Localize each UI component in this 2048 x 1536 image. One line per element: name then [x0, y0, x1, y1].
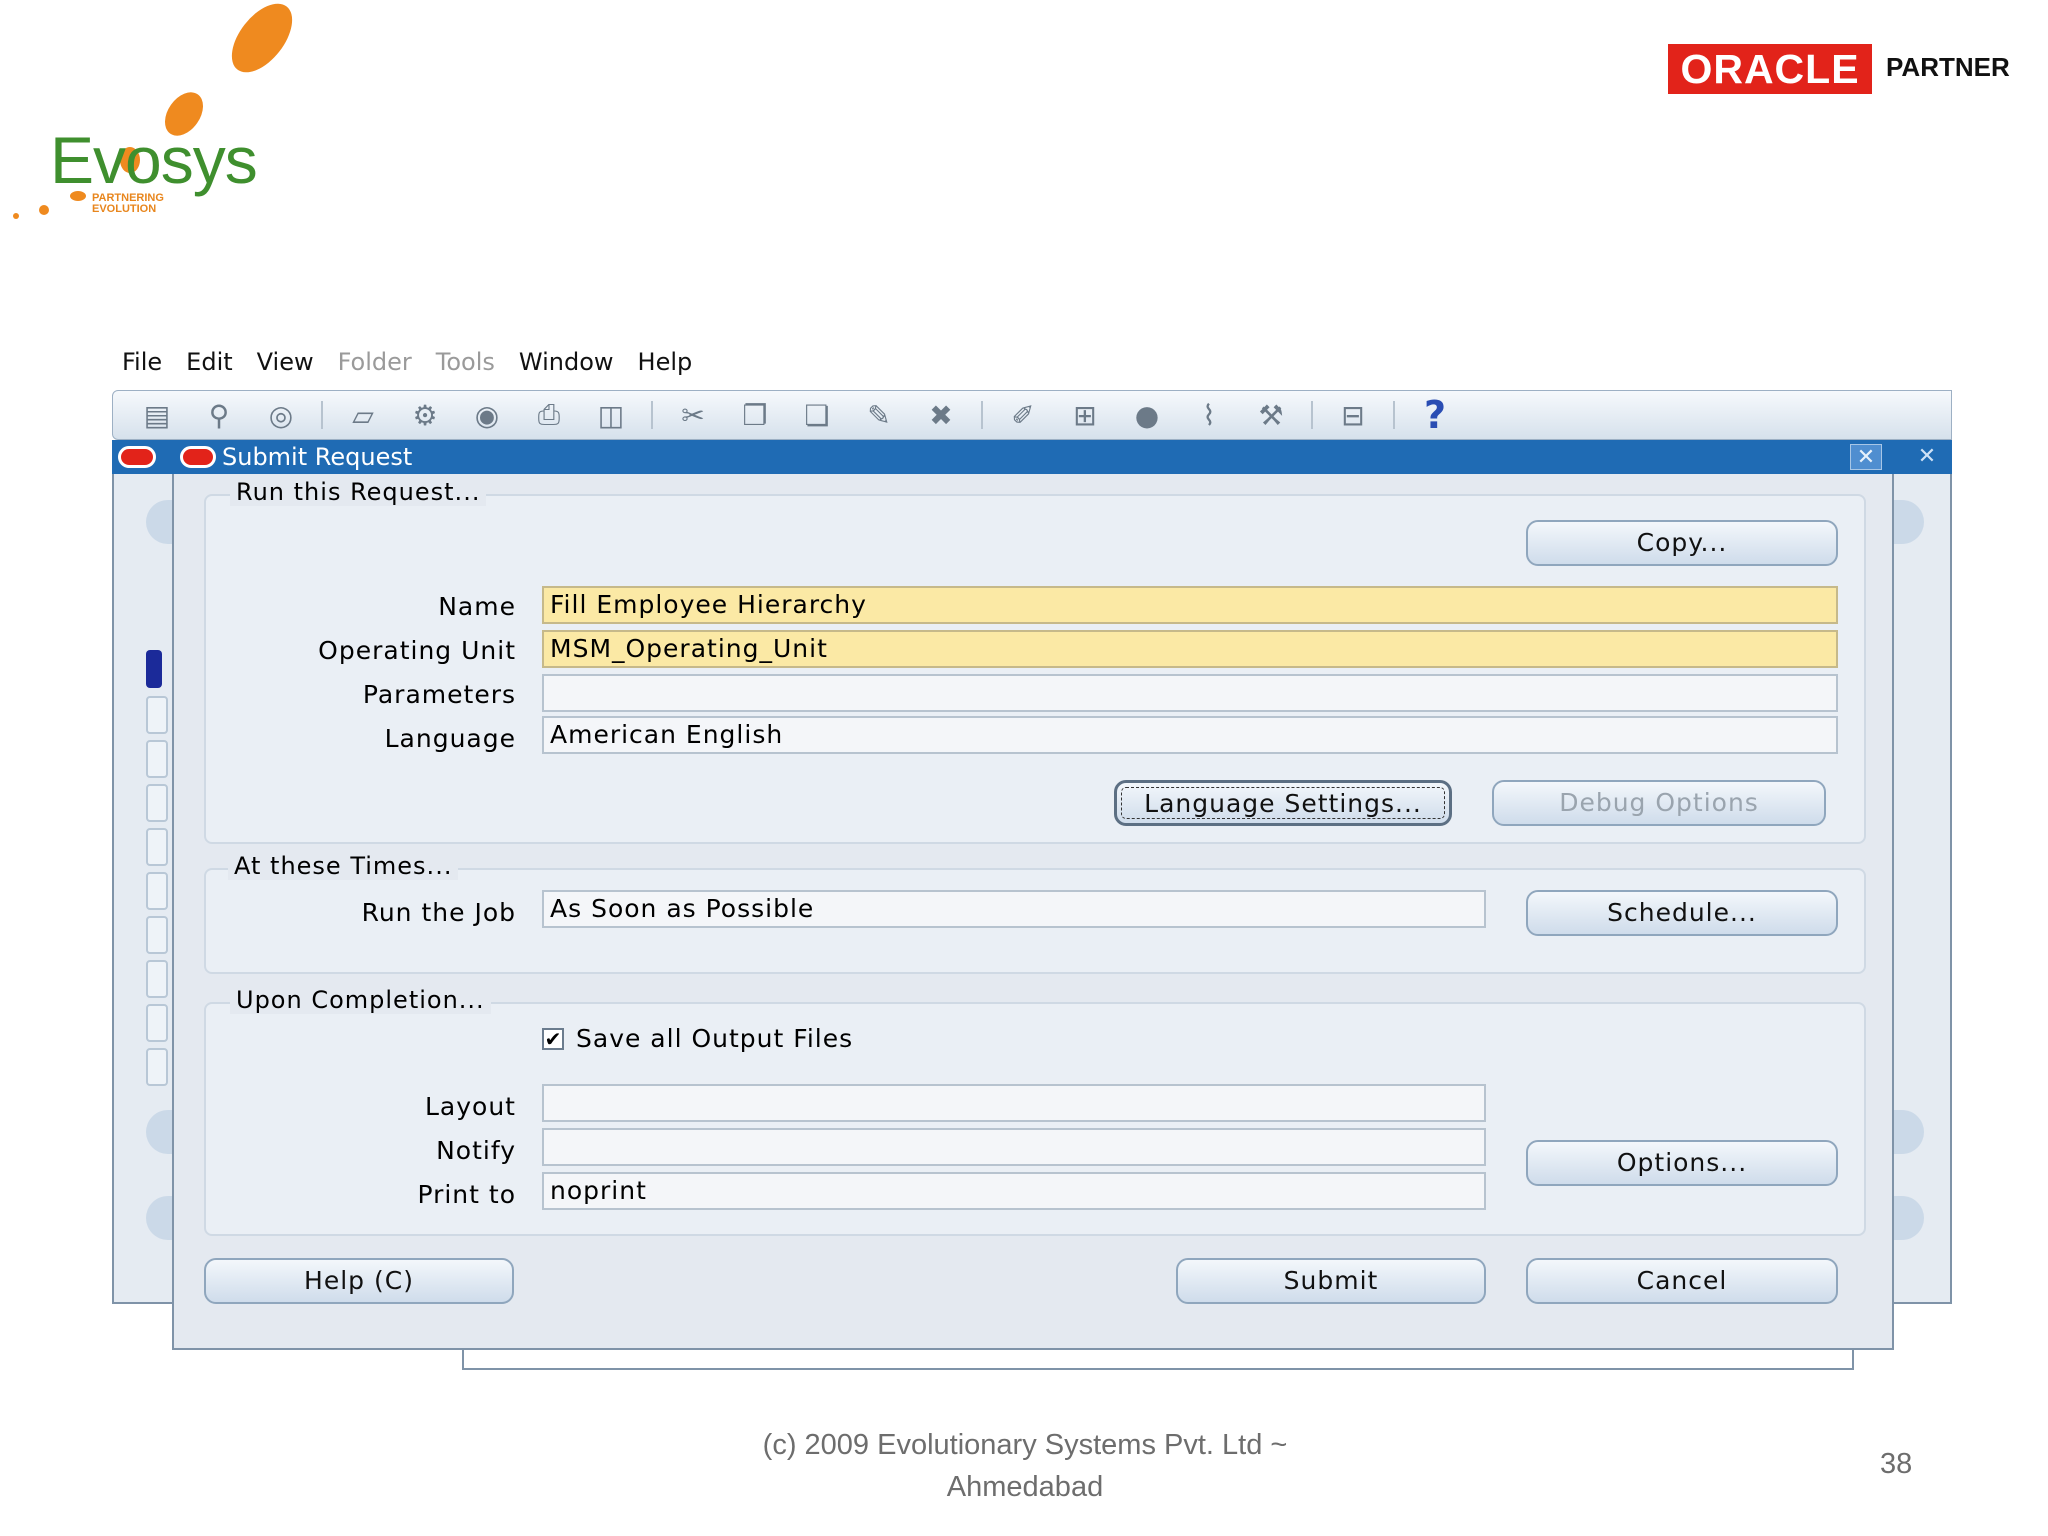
evosys-tagline: PARTNERING EVOLUTION: [92, 192, 164, 215]
toolbar-separator: [651, 401, 653, 429]
new-record-icon[interactable]: ▤: [135, 397, 179, 433]
attachments-icon[interactable]: ⌇: [1187, 397, 1231, 433]
close-icon[interactable]: ✕: [1850, 444, 1882, 470]
cut-icon[interactable]: ✂: [671, 397, 715, 433]
print-icon[interactable]: ⎙: [527, 397, 571, 433]
background-row: [146, 828, 168, 866]
parameters-field[interactable]: [542, 674, 1838, 712]
background-row: [146, 960, 168, 998]
language-field[interactable]: American English: [542, 716, 1838, 754]
copy-button[interactable]: Copy...: [1526, 520, 1838, 566]
language-settings-button[interactable]: Language Settings...: [1114, 780, 1452, 826]
name-field[interactable]: Fill Employee Hierarchy: [542, 586, 1838, 624]
background-row: [146, 784, 168, 822]
copy-icon[interactable]: ❐: [733, 397, 777, 433]
submit-button[interactable]: Submit: [1176, 1258, 1486, 1304]
oracle-partner-label: PARTNER: [1886, 52, 2010, 82]
background-row: [146, 696, 168, 734]
translations-icon[interactable]: ●: [1125, 397, 1169, 433]
operating-unit-field[interactable]: MSM_Operating_Unit: [542, 630, 1838, 668]
save-icon[interactable]: ▱: [341, 397, 385, 433]
completion-group-label: Upon Completion...: [230, 986, 491, 1014]
run-job-label: Run the Job: [361, 898, 516, 927]
record-indicator: [146, 650, 162, 688]
notify-field[interactable]: [542, 1128, 1486, 1166]
toolbar-separator: [981, 401, 983, 429]
run-request-group-label: Run this Request...: [230, 478, 487, 506]
help-button[interactable]: Help (C): [204, 1258, 514, 1304]
menu-window[interactable]: Window: [519, 348, 614, 382]
navigator-icon[interactable]: ◎: [259, 397, 303, 433]
menu-edit[interactable]: Edit: [186, 348, 232, 382]
menu-help[interactable]: Help: [638, 348, 693, 382]
background-row: [146, 1048, 168, 1086]
toolbar-separator: [1311, 401, 1313, 429]
parameters-label: Parameters: [362, 680, 516, 709]
oracle-logo: ORACLE: [1668, 44, 1872, 94]
switch-responsibility-icon[interactable]: ◉: [465, 397, 509, 433]
background-row: [146, 1004, 168, 1042]
help-icon[interactable]: ?: [1413, 393, 1457, 437]
zoom-icon[interactable]: ⊞: [1063, 397, 1107, 433]
menu-file[interactable]: File: [122, 348, 162, 382]
background-row: [146, 872, 168, 910]
next-step-icon[interactable]: ⚙: [403, 397, 447, 433]
print-to-field[interactable]: noprint: [542, 1172, 1486, 1210]
oracle-window-icon: [118, 446, 156, 468]
page-number: 38: [1880, 1448, 1913, 1480]
find-icon[interactable]: ⚲: [197, 397, 241, 433]
evosys-logo-text: Evosys: [50, 123, 258, 197]
toolbar: ▤ ⚲ ◎ ▱ ⚙ ◉ ⎙ ◫ ✂ ❐ ❏ ✎ ✖ ✐ ⊞ ● ⌇ ⚒ ⊟ ?: [112, 390, 1952, 440]
layout-label: Layout: [425, 1092, 516, 1121]
language-label: Language: [384, 724, 516, 753]
window-help-icon[interactable]: ⊟: [1331, 397, 1375, 433]
background-row: [146, 916, 168, 954]
notify-label: Notify: [436, 1136, 516, 1165]
dialog-title: Submit Request: [172, 440, 1894, 474]
cancel-button[interactable]: Cancel: [1526, 1258, 1838, 1304]
schedule-button[interactable]: Schedule...: [1526, 890, 1838, 936]
toolbar-separator: [321, 401, 323, 429]
times-group-label: At these Times...: [228, 852, 459, 880]
menu-view[interactable]: View: [257, 348, 314, 382]
oracle-window-icon: [180, 446, 216, 468]
operating-unit-label: Operating Unit: [318, 636, 516, 665]
close-form-icon[interactable]: ◫: [589, 397, 633, 433]
folder-tools-icon[interactable]: ⚒: [1249, 397, 1293, 433]
save-output-label: Save all Output Files: [576, 1024, 854, 1053]
menu-folder[interactable]: Folder: [338, 348, 412, 382]
run-job-field[interactable]: As Soon as Possible: [542, 890, 1486, 928]
paste-icon[interactable]: ❏: [795, 397, 839, 433]
background-row: [146, 740, 168, 778]
print-to-label: Print to: [417, 1180, 516, 1209]
menu-tools[interactable]: Tools: [436, 348, 495, 382]
clear-record-icon[interactable]: ✎: [857, 397, 901, 433]
menubar: File Edit View Folder Tools Window Help: [122, 348, 692, 382]
layout-field[interactable]: [542, 1084, 1486, 1122]
delete-record-icon[interactable]: ✖: [919, 397, 963, 433]
background-window-close-icon[interactable]: ✕: [1912, 444, 1942, 470]
save-output-checkbox[interactable]: ✔: [542, 1028, 564, 1050]
options-button[interactable]: Options...: [1526, 1140, 1838, 1186]
toolbar-separator: [1393, 401, 1395, 429]
copyright-footer: (c) 2009 Evolutionary Systems Pvt. Ltd ~…: [762, 1429, 1288, 1503]
debug-options-button[interactable]: Debug Options: [1492, 780, 1826, 826]
edit-field-icon[interactable]: ✐: [1001, 397, 1045, 433]
name-label: Name: [438, 592, 516, 621]
